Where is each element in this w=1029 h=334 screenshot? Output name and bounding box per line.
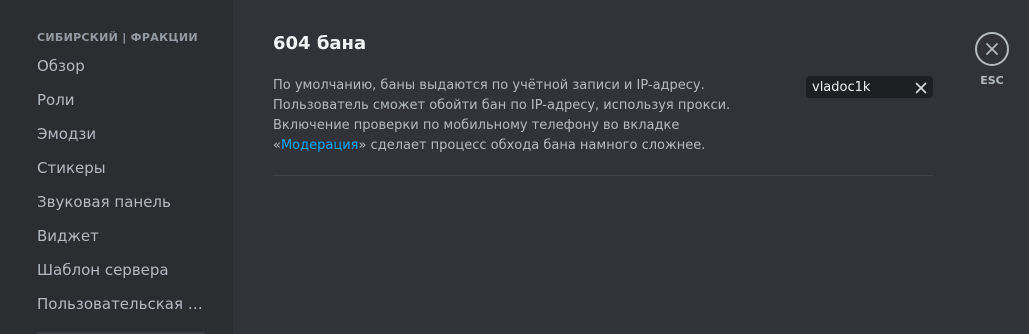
content-divider (273, 175, 933, 176)
sidebar-item-roles[interactable]: Роли (29, 85, 209, 119)
settings-sidebar: Сибирский | Фракции Обзор Роли Эмодзи Ст… (0, 0, 233, 334)
sidebar-item-vanity-url[interactable]: Пользовательская ссылка-приглашение (29, 289, 209, 323)
close-icon (985, 42, 999, 56)
description-text-after: » сделает процесс обхода бана намного сл… (358, 138, 706, 153)
ban-search-box (806, 76, 933, 98)
close-control: ESC (973, 32, 1011, 87)
sidebar-item-overview[interactable]: Обзор (29, 51, 209, 85)
sidebar-header: Сибирский | Фракции (37, 31, 198, 44)
esc-label: ESC (980, 74, 1004, 87)
close-button[interactable] (975, 32, 1009, 66)
sidebar-item-widget[interactable]: Виджет (29, 221, 209, 255)
sidebar-item-stickers[interactable]: Стикеры (29, 153, 209, 187)
moderation-link[interactable]: Модерация (281, 138, 359, 153)
sidebar-item-emoji[interactable]: Эмодзи (29, 119, 209, 153)
bans-panel: 604 бана По умолчанию, баны выдаются по … (233, 0, 1029, 334)
page-title: 604 бана (273, 33, 367, 54)
sidebar-item-soundboard[interactable]: Звуковая панель (29, 187, 209, 221)
sidebar-item-server-template[interactable]: Шаблон сервера (29, 255, 209, 289)
server-settings-window: Сибирский | Фракции Обзор Роли Эмодзи Ст… (0, 0, 1029, 334)
ban-search-input[interactable] (806, 76, 907, 98)
bans-description: По умолчанию, баны выдаются по учётной з… (273, 76, 763, 156)
clear-search-icon[interactable] (914, 80, 928, 94)
